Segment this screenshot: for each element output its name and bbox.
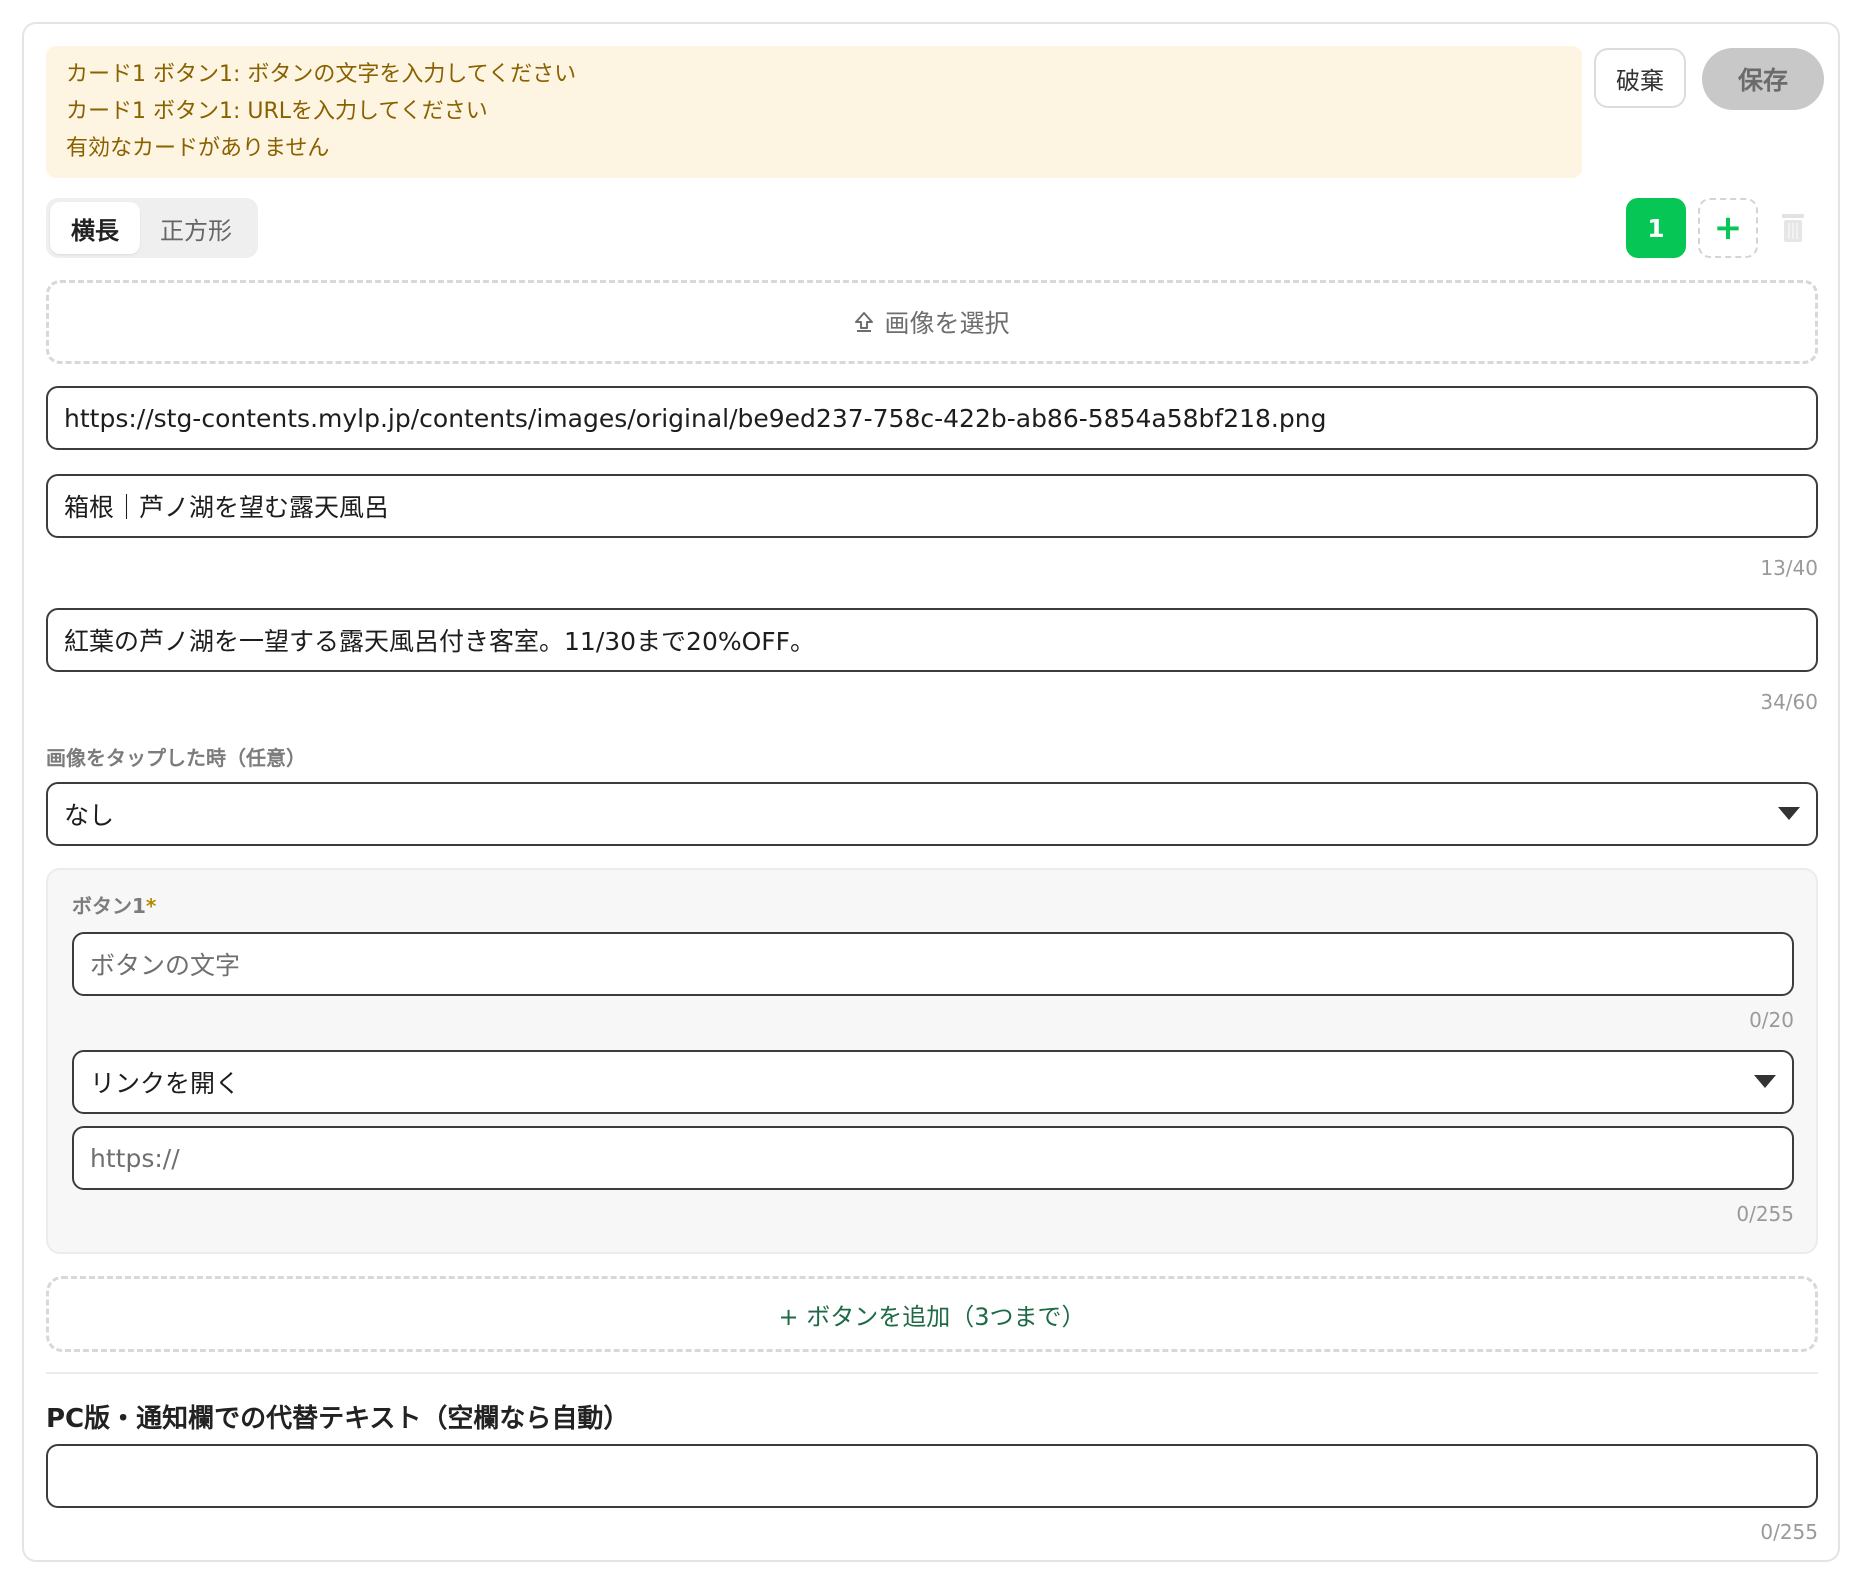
button1-action-value: リンクを開く [90, 1069, 241, 1098]
layout-toggle: 横長 正方形 [46, 198, 258, 258]
add-button-button[interactable]: + ボタンを追加（3つまで） [46, 1276, 1818, 1352]
button1-label-text: ボタン1 [72, 894, 146, 918]
button1-url-value: https:// [90, 1143, 180, 1173]
tap-action-value: なし [64, 801, 115, 830]
delete-card-button[interactable] [1780, 212, 1806, 244]
required-mark: * [145, 894, 157, 918]
button1-text-counter: 0/20 [1749, 1008, 1794, 1032]
button1-label: ボタン1* [72, 890, 156, 919]
button1-text-placeholder: ボタンの文字 [90, 951, 241, 980]
alt-text-input[interactable] [46, 1444, 1818, 1508]
card-tab-1[interactable]: 1 [1626, 198, 1686, 258]
save-button[interactable]: 保存 [1702, 48, 1824, 110]
card-title-input[interactable]: 箱根｜芦ノ湖を望む露天風呂 [46, 474, 1818, 538]
title-counter: 13/40 [1760, 556, 1818, 580]
dropzone-label: 画像を選択 [884, 309, 1010, 338]
image-url-input[interactable]: https://stg-contents.mylp.jp/contents/im… [46, 386, 1818, 450]
alert-message: カード1 ボタン1: URLを入力してください [66, 99, 488, 124]
add-card-button[interactable]: + [1698, 198, 1758, 258]
plus-icon: + [1713, 208, 1743, 248]
alt-text-title: PC版・通知欄での代替テキスト（空欄なら自動） [46, 1404, 630, 1434]
discard-button[interactable]: 破棄 [1594, 48, 1686, 108]
upload-icon [854, 311, 874, 333]
alert-message: カード1 ボタン1: ボタンの文字を入力してください [66, 62, 577, 87]
layout-option-landscape[interactable]: 横長 [50, 202, 140, 254]
button1-action-select[interactable]: リンクを開く [72, 1050, 1794, 1114]
validation-alert: カード1 ボタン1: ボタンの文字を入力してください カード1 ボタン1: UR… [46, 46, 1582, 178]
image-select-dropzone[interactable]: 画像を選択 [46, 280, 1818, 364]
divider [46, 1372, 1818, 1374]
tap-action-select[interactable]: なし [46, 782, 1818, 846]
layout-option-square[interactable]: 正方形 [140, 202, 252, 254]
button1-url-counter: 0/255 [1736, 1202, 1794, 1226]
button1-text-input[interactable]: ボタンの文字 [72, 932, 1794, 996]
button1-url-input[interactable]: https:// [72, 1126, 1794, 1190]
chevron-down-icon [1778, 807, 1800, 820]
description-counter: 34/60 [1760, 690, 1818, 714]
chevron-down-icon [1754, 1075, 1776, 1088]
alert-message: 有効なカードがありません [66, 136, 330, 161]
card-description-input[interactable]: 紅葉の芦ノ湖を一望する露天風呂付き客室。11/30まで20%OFF。 [46, 608, 1818, 672]
alt-text-counter: 0/255 [1760, 1520, 1818, 1544]
tap-action-label: 画像をタップした時（任意） [46, 746, 306, 770]
trash-icon [1782, 214, 1804, 242]
